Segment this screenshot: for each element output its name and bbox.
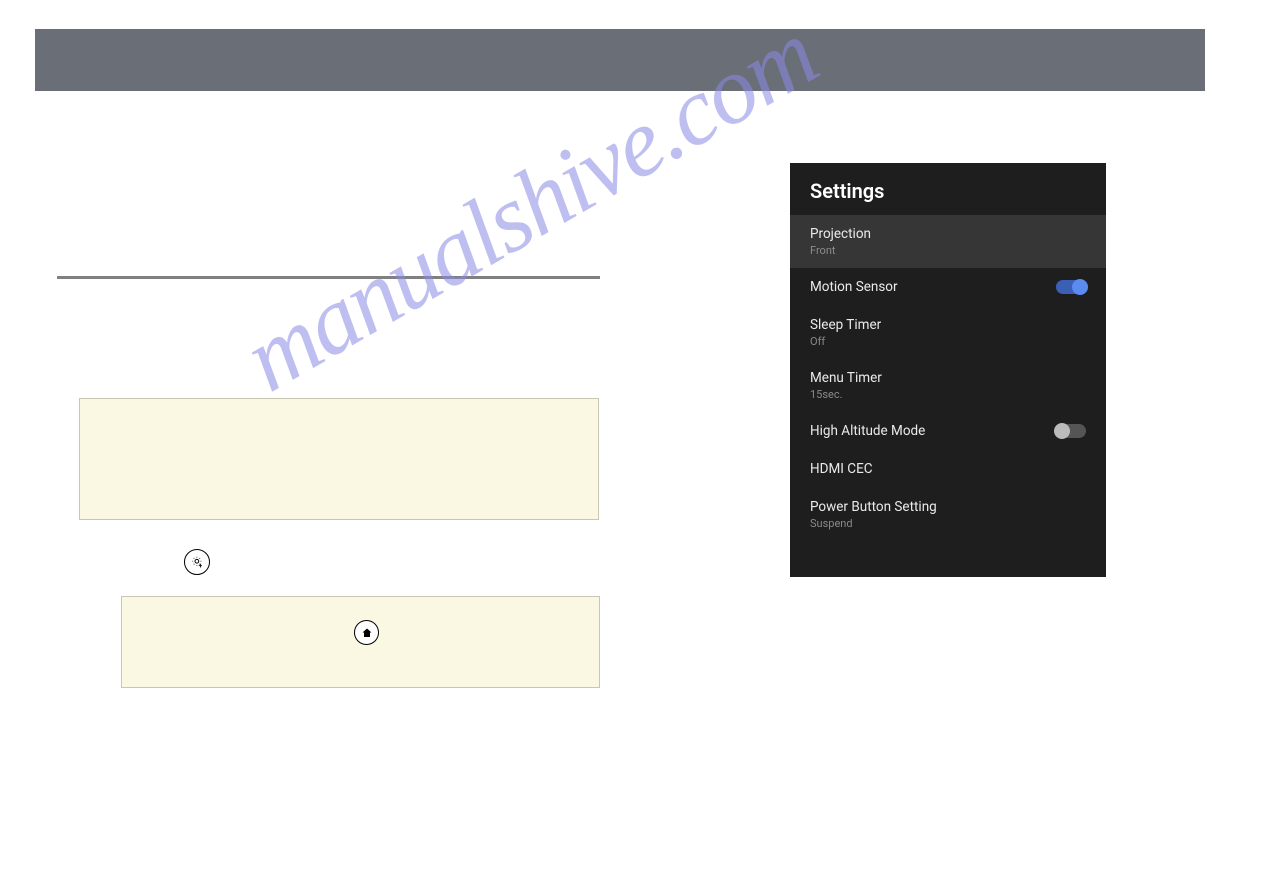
toggle-high-altitude[interactable]	[1056, 424, 1086, 438]
row-sublabel: Off	[810, 335, 881, 348]
settings-row-menu-timer[interactable]: Menu Timer 15sec.	[790, 359, 1106, 412]
header-bar	[35, 29, 1205, 91]
row-label: Motion Sensor	[810, 279, 898, 295]
settings-row-hdmi-cec[interactable]: HDMI CEC	[790, 450, 1106, 488]
row-label: High Altitude Mode	[810, 423, 925, 439]
settings-icon	[184, 549, 210, 575]
row-sublabel: 15sec.	[810, 388, 882, 401]
home-icon	[354, 620, 379, 645]
row-label: Sleep Timer	[810, 317, 881, 333]
settings-row-power-button[interactable]: Power Button Setting Suspend	[790, 488, 1106, 541]
row-sublabel: Suspend	[810, 517, 937, 530]
note-box-1	[79, 398, 599, 520]
toggle-motion-sensor[interactable]	[1056, 280, 1086, 294]
row-label: Power Button Setting	[810, 499, 937, 515]
settings-row-projection[interactable]: Projection Front	[790, 215, 1106, 268]
row-label: Projection	[810, 226, 871, 242]
settings-title: Settings	[790, 163, 1106, 215]
settings-panel: Settings Projection Front Motion Sensor …	[790, 163, 1106, 577]
horizontal-rule	[57, 276, 600, 279]
settings-row-high-altitude[interactable]: High Altitude Mode	[790, 412, 1106, 450]
settings-row-motion-sensor[interactable]: Motion Sensor	[790, 268, 1106, 306]
settings-row-sleep-timer[interactable]: Sleep Timer Off	[790, 306, 1106, 359]
row-label: Menu Timer	[810, 370, 882, 386]
row-label: HDMI CEC	[810, 461, 873, 477]
row-sublabel: Front	[810, 244, 871, 257]
